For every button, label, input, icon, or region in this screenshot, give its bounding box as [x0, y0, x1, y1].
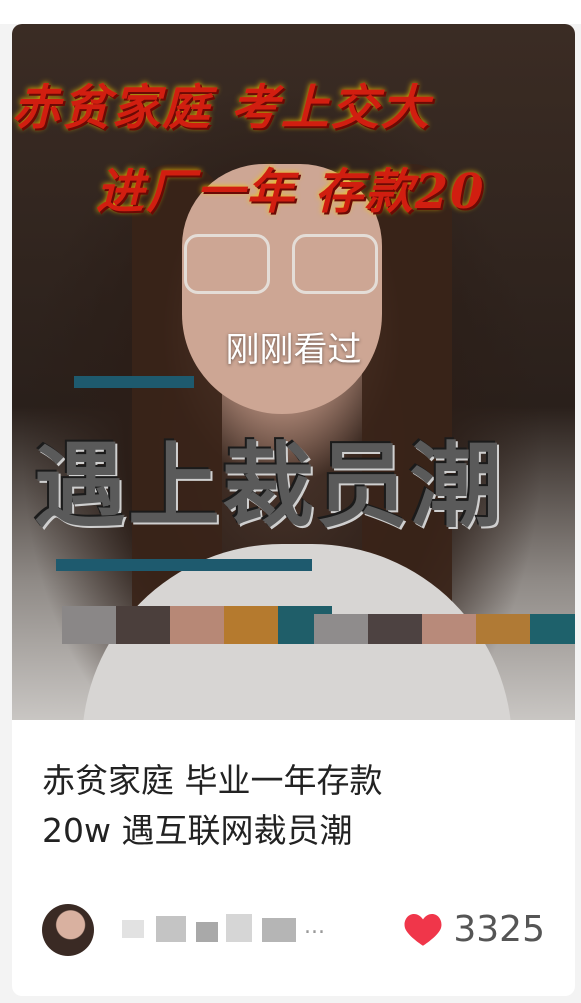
- cover-swatch-row-2: [314, 614, 575, 644]
- note-card[interactable]: 赤贫家庭 考上交大 进厂一年 存款20 刚刚看过 遇上裁员潮 赤贫家庭 毕业一年…: [12, 24, 575, 996]
- cover-big-text: 遇上裁员潮: [34, 433, 505, 540]
- color-swatch: [422, 614, 476, 644]
- cover-image[interactable]: 赤贫家庭 考上交大 进厂一年 存款20 刚刚看过 遇上裁员潮: [12, 24, 575, 720]
- cover-accent-bar-bottom: [56, 559, 312, 571]
- note-title-line-1: 赤贫家庭 毕业一年存款: [42, 761, 383, 800]
- author-name-blurred[interactable]: ...: [122, 912, 342, 946]
- like-count: 3325: [453, 908, 545, 950]
- top-strip: [0, 0, 581, 24]
- color-swatch: [170, 606, 224, 644]
- color-swatch: [530, 614, 575, 644]
- note-title-line-2: 20w 遇互联网裁员潮: [42, 811, 353, 850]
- color-swatch: [62, 606, 116, 644]
- color-swatch: [116, 606, 170, 644]
- color-swatch: [224, 606, 278, 644]
- color-swatch: [368, 614, 422, 644]
- author-name-ellipsis: ...: [304, 914, 325, 939]
- color-swatch: [314, 614, 368, 644]
- heart-icon: [404, 914, 442, 946]
- color-swatch: [476, 614, 530, 644]
- recently-viewed-label: 刚刚看过: [225, 330, 362, 370]
- author-avatar[interactable]: [42, 904, 94, 956]
- cover-headline-2: 进厂一年 存款20: [96, 164, 486, 220]
- like-button[interactable]: 3325: [403, 902, 545, 956]
- cover-swatch-row-1: [62, 606, 332, 644]
- cover-glasses: [184, 234, 380, 296]
- cover-accent-bar-top: [74, 376, 194, 388]
- note-title[interactable]: 赤贫家庭 毕业一年存款 20w 遇互联网裁员潮: [42, 756, 552, 856]
- cover-headline-1: 赤贫家庭 考上交大: [12, 80, 431, 136]
